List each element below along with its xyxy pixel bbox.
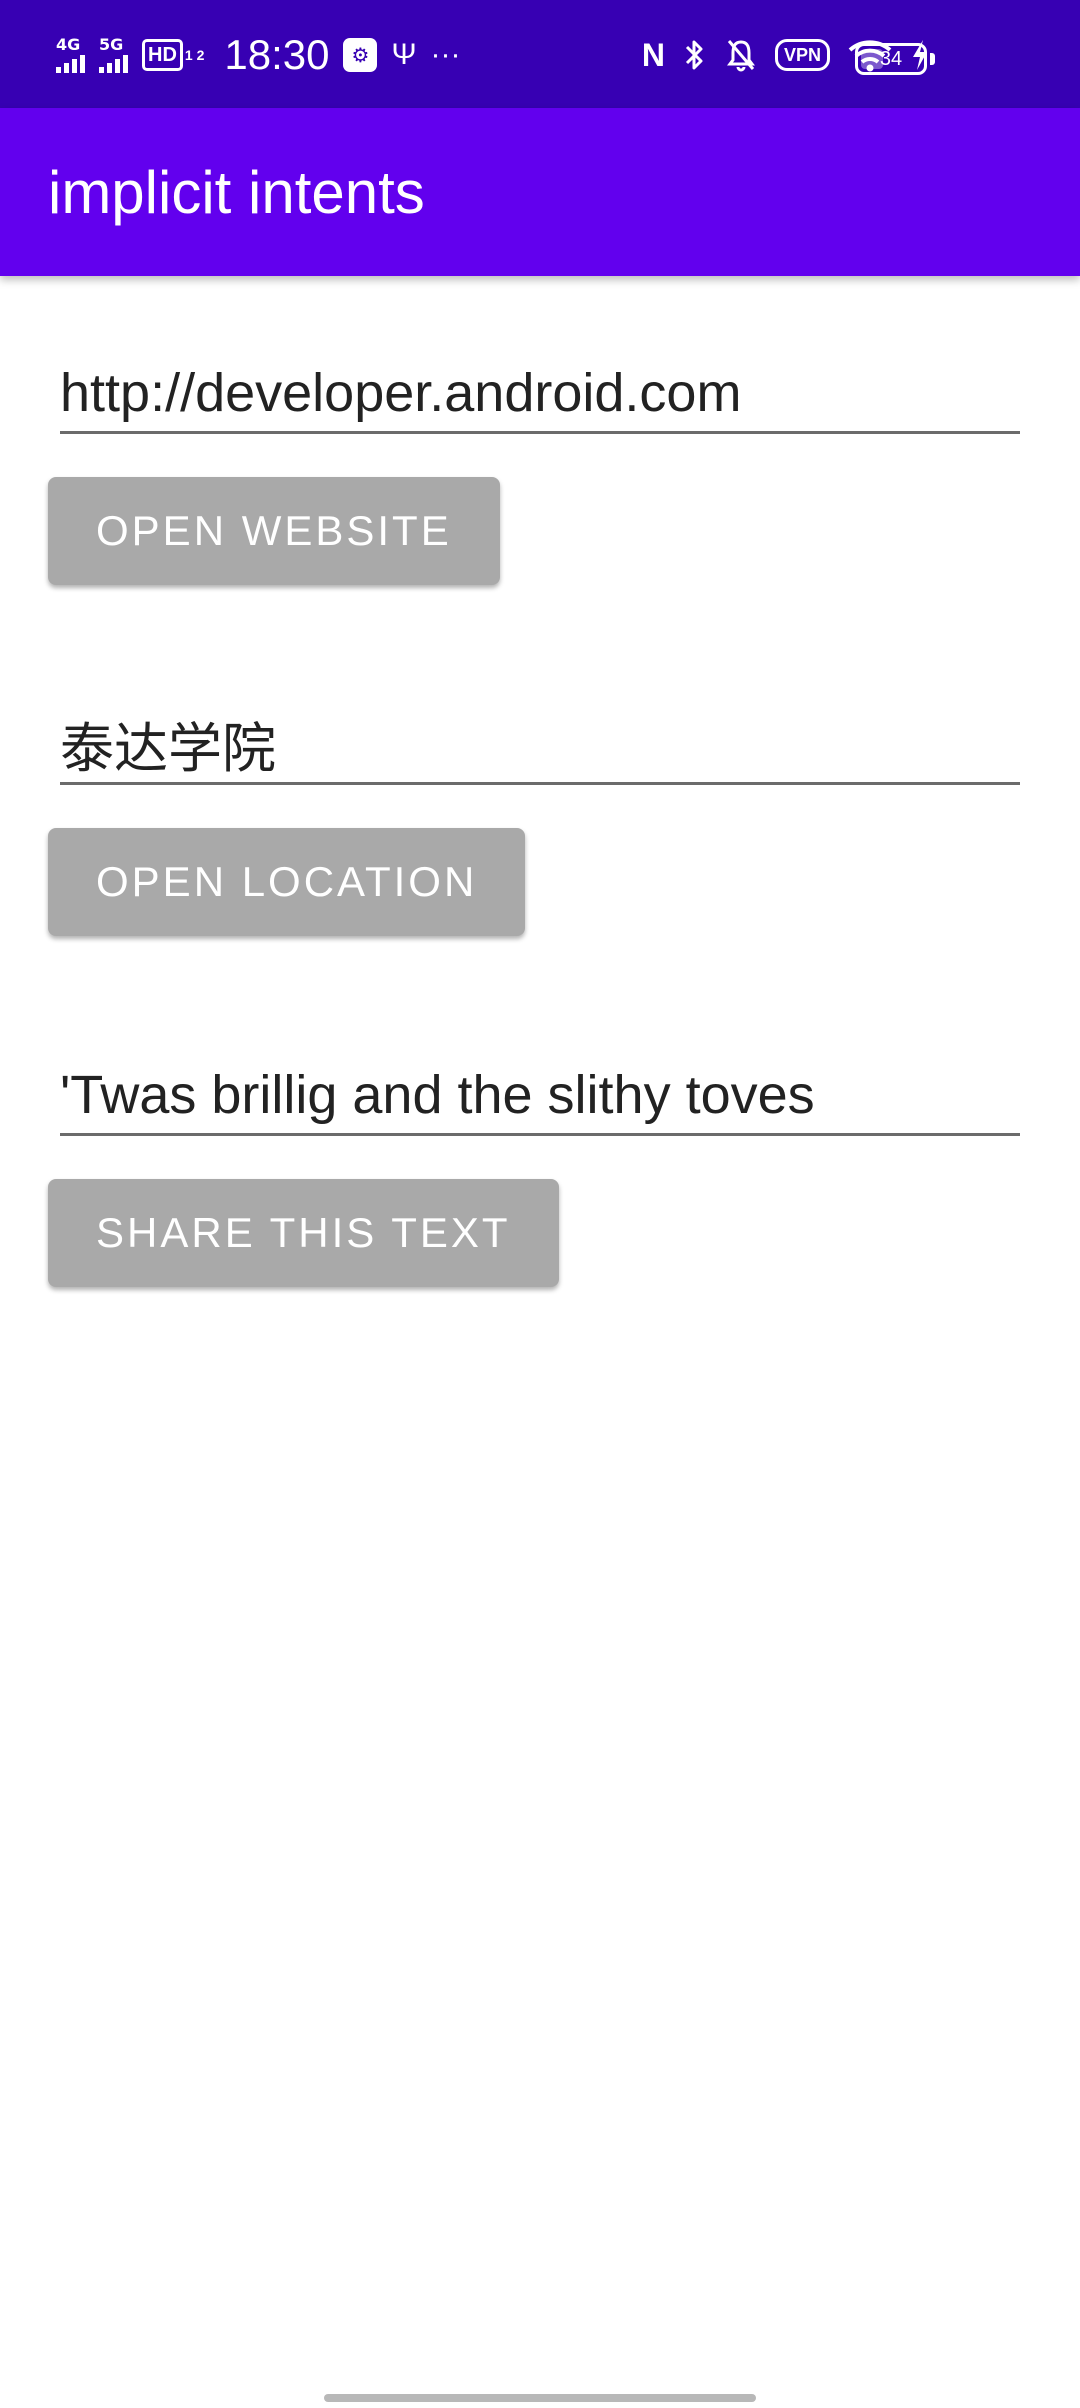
battery-icon: 34	[855, 43, 935, 75]
hd-label: HD	[142, 39, 183, 71]
share-text-input[interactable]	[60, 1056, 1020, 1136]
mute-bell-icon	[725, 38, 757, 72]
usb-icon: Ψ	[391, 38, 417, 71]
signal-5g-icon: 5G	[99, 37, 128, 73]
signal-4g-icon: 4G	[56, 37, 85, 73]
network-label-4g: 4G	[56, 35, 81, 54]
nfc-icon: N	[641, 37, 665, 73]
usb-settings-icon: ⚙	[343, 38, 378, 72]
hd-voice-icon: HD 1 2	[142, 39, 204, 71]
vpn-icon: VPN	[774, 39, 830, 71]
more-notifications-icon: ···	[430, 38, 461, 71]
gesture-nav-handle[interactable]	[324, 2394, 756, 2402]
hd-sub-label: 1 2	[184, 47, 205, 63]
open-website-button[interactable]: OPEN WEBSITE	[48, 477, 500, 585]
website-url-input[interactable]	[60, 354, 1020, 434]
status-bar-left: 4G 5G HD 1 2 18:30 ⚙ Ψ ···	[56, 30, 461, 80]
app-title: implicit intents	[48, 159, 425, 226]
open-location-button[interactable]: OPEN LOCATION	[48, 828, 526, 936]
app-bar: implicit intents	[0, 108, 1080, 276]
location-input[interactable]	[60, 705, 1020, 785]
status-bar: 4G 5G HD 1 2 18:30 ⚙ Ψ ··· N VPN 34	[0, 0, 1080, 108]
share-text-button[interactable]: SHARE THIS TEXT	[48, 1179, 559, 1287]
battery-level: 34	[879, 47, 903, 70]
clock: 18:30	[224, 31, 330, 78]
bluetooth-icon	[683, 38, 707, 72]
network-label-5g: 5G	[99, 35, 124, 54]
